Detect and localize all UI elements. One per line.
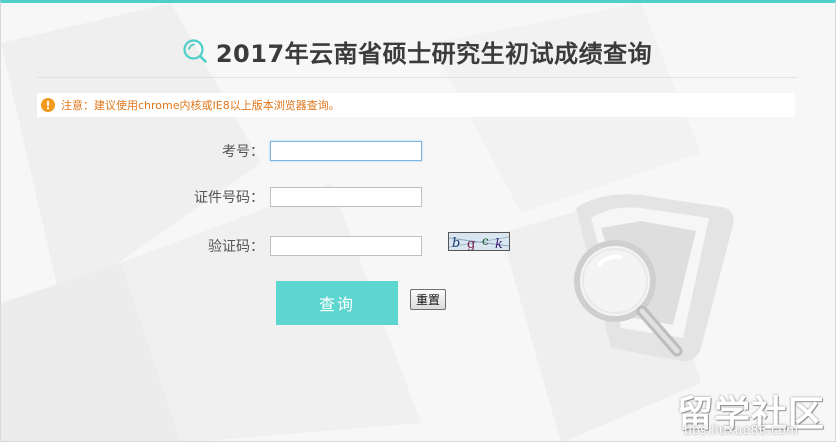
captcha-label: 验证码： [208,239,264,255]
query-button[interactable]: 查询 [276,281,398,325]
id-number-label: 证件号码： [194,190,264,206]
captcha-row: 验证码： [90,236,422,256]
page-frame: 2017年云南省硕士研究生初试成绩查询 ! 注意：建议使用chrome内核或IE… [0,0,836,442]
exam-number-label: 考号： [222,144,264,160]
exam-number-row: 考号： [90,141,422,161]
id-number-input[interactable] [270,187,422,207]
search-icon [183,39,207,63]
captcha-input[interactable] [270,236,422,256]
exam-number-input[interactable] [270,141,422,161]
watermark-url: bbs.liuxue86.com [684,423,799,437]
exclamation-icon: ! [41,98,55,112]
svg-text:b: b [452,236,460,250]
reset-button[interactable]: 重置 [410,289,446,310]
id-number-row: 证件号码： [90,187,422,207]
page-title: 2017年云南省硕士研究生初试成绩查询 [215,39,653,68]
notice-text: 注意：建议使用chrome内核或IE8以上版本浏览器查询。 [61,99,340,112]
svg-text:g: g [467,237,475,250]
svg-text:k: k [495,237,503,250]
captcha-image[interactable]: b g c k [448,232,510,251]
browser-notice: ! 注意：建议使用chrome内核或IE8以上版本浏览器查询。 [37,93,795,117]
page-header: 2017年云南省硕士研究生初试成绩查询 [37,25,797,78]
svg-text:c: c [482,234,489,248]
